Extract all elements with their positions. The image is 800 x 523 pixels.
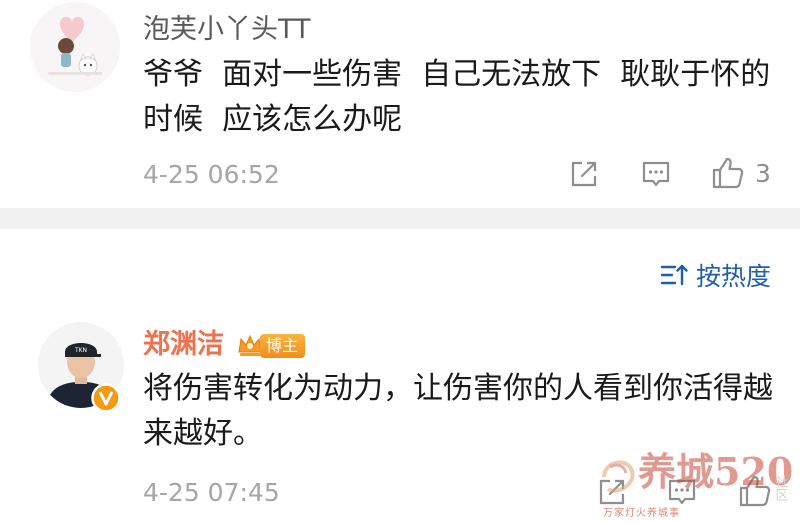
share-button[interactable] — [568, 158, 600, 190]
blogger-badge-label: 博主 — [260, 333, 306, 358]
sort-by-hot-button[interactable]: 按热度 — [660, 257, 771, 293]
comment-author[interactable]: 郑渊洁 — [143, 322, 224, 361]
sort-icon — [660, 264, 688, 286]
sort-label: 按热度 — [696, 262, 772, 291]
verified-v-icon — [91, 383, 121, 413]
blogger-badge: 博主 — [236, 332, 306, 359]
comment-author[interactable]: 泡芙小丫头TT — [143, 7, 311, 46]
avatar[interactable] — [30, 2, 120, 92]
like-button[interactable]: 3 — [711, 156, 771, 190]
svg-text:TKN: TKN — [74, 347, 87, 354]
verified-badge — [91, 383, 121, 417]
watermark-side-label: 社区 — [773, 474, 789, 501]
like-count: 3 — [755, 158, 771, 188]
share-icon — [571, 161, 597, 187]
weibo-comment-screen: 泡芙小丫头TT 爷爷 面对一些伤害 自己无法放下 耿耿于怀的时候 应该怎么办呢 … — [0, 0, 800, 523]
section-divider — [0, 208, 800, 229]
comment-time: 4-25 06:52 — [143, 160, 280, 189]
avatar-illustration — [30, 2, 120, 92]
comment-item: 泡芙小丫头TT 爷爷 面对一些伤害 自己无法放下 耿耿于怀的时候 应该怎么办呢 … — [0, 0, 800, 208]
comment-time: 4-25 07:45 — [143, 478, 280, 507]
comment-text: 爷爷 面对一些伤害 自己无法放下 耿耿于怀的时候 应该怎么办呢 — [143, 57, 771, 137]
watermark-tagline: 万家灯火养城事 — [603, 508, 680, 519]
comment-icon — [642, 161, 670, 187]
thumbs-up-icon — [712, 157, 744, 189]
watermark-brand: 养城520 — [638, 449, 793, 494]
reply-button[interactable] — [640, 158, 672, 190]
